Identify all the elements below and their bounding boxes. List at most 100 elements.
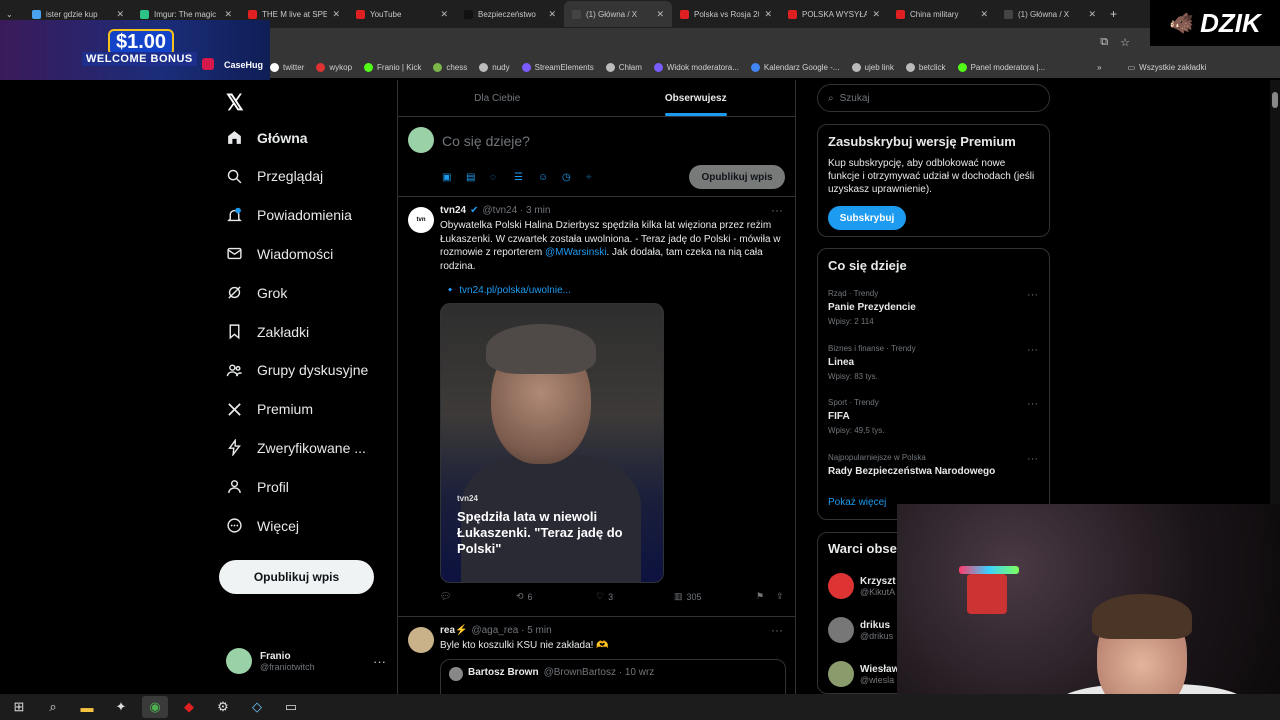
- more-dots-icon[interactable]: ···: [1027, 453, 1038, 465]
- show-more-link[interactable]: Pokaż więcej: [828, 497, 886, 508]
- app-icon[interactable]: ◇: [244, 696, 270, 718]
- follow-suggestion[interactable]: drikus @drikus: [828, 617, 893, 643]
- windows-start-icon[interactable]: ⊞: [6, 696, 32, 718]
- close-icon[interactable]: ✕: [224, 9, 232, 20]
- bookmark-button[interactable]: ⚑: [756, 591, 776, 602]
- more-dots-icon[interactable]: ···: [771, 623, 783, 637]
- like-button[interactable]: ♡ 3: [596, 591, 674, 602]
- tab-for-you[interactable]: Dla Ciebie: [398, 80, 597, 116]
- settings-icon[interactable]: ⚙: [210, 696, 236, 718]
- app-icon[interactable]: ◆: [176, 696, 202, 718]
- browser-tab[interactable]: Polska vs Rosja 20 ✕: [672, 1, 780, 27]
- nav-item[interactable]: Wiadomości: [226, 245, 333, 262]
- post-button[interactable]: Opublikuj wpis: [219, 560, 374, 594]
- all-bookmarks-button[interactable]: ▭ Wszystkie zakładki: [1128, 63, 1207, 72]
- image-icon[interactable]: ▣: [442, 172, 454, 184]
- more-dots-icon[interactable]: ···: [1027, 344, 1038, 356]
- close-icon[interactable]: ✕: [116, 9, 124, 20]
- tweet-link[interactable]: 🔹 tvn24.pl/polska/uwolnie...: [444, 285, 571, 296]
- close-icon[interactable]: ✕: [1088, 9, 1096, 20]
- more-dots-icon[interactable]: ···: [1027, 398, 1038, 410]
- share-button[interactable]: ⇪: [776, 591, 784, 602]
- follow-suggestion[interactable]: Krzyszt @KikutA: [828, 573, 896, 599]
- close-icon[interactable]: ✕: [440, 9, 448, 20]
- nav-item[interactable]: Profil: [226, 478, 289, 495]
- subscribe-button[interactable]: Subskrybuj: [828, 206, 906, 230]
- tab-following[interactable]: Obserwujesz: [597, 80, 796, 116]
- new-tab-button[interactable]: +: [1110, 7, 1117, 21]
- nav-item[interactable]: Główna: [226, 129, 308, 146]
- location-icon[interactable]: ⌖: [586, 172, 598, 184]
- nav-item[interactable]: Więcej: [226, 517, 299, 534]
- views-button[interactable]: ▥ 305: [674, 591, 756, 602]
- account-switcher[interactable]: Franio @franiotwitch ···: [226, 648, 386, 674]
- tweet-media-card[interactable]: tvn24 Spędziła lata w niewoli Łukaszenki…: [440, 303, 664, 583]
- search-input[interactable]: ⌕ Szukaj: [817, 84, 1050, 112]
- browser-tab[interactable]: China military ✕: [888, 1, 996, 27]
- nav-item[interactable]: Powiadomienia: [226, 207, 352, 224]
- more-dots-icon[interactable]: ···: [1027, 289, 1038, 301]
- nav-item[interactable]: Zweryfikowane ...: [226, 439, 366, 457]
- repost-button[interactable]: ⟲ 6: [516, 591, 596, 602]
- install-icon[interactable]: ⧉: [1100, 36, 1108, 49]
- bookmark-item[interactable]: Kalendarz Google -...: [750, 62, 840, 72]
- browser-tab[interactable]: Bezpieczeństwo ✕: [456, 1, 564, 27]
- bookmark-item[interactable]: betclick: [905, 62, 946, 72]
- bookmark-item[interactable]: chess: [433, 62, 467, 72]
- close-icon[interactable]: ✕: [656, 9, 664, 20]
- nav-item[interactable]: Zakładki: [226, 323, 309, 340]
- app-icon[interactable]: ✦: [108, 696, 134, 718]
- bookmark-item[interactable]: StreamElements: [521, 62, 594, 72]
- search-icon[interactable]: ⌕: [40, 696, 66, 718]
- bookmark-item[interactable]: Chłam: [605, 62, 642, 72]
- bookmark-item[interactable]: Panel moderatora |...: [957, 62, 1045, 72]
- bookmark-item[interactable]: ujeb link: [851, 62, 894, 72]
- trend-item[interactable]: Najpopularniejsze w Polska Rady Bezpiecze…: [828, 453, 1038, 481]
- bookmark-item[interactable]: Franio | Kick: [364, 62, 421, 72]
- nav-item[interactable]: Przeglądaj: [226, 168, 323, 185]
- composer-input[interactable]: Co się dzieje?: [442, 133, 530, 149]
- file-explorer-icon[interactable]: ▬: [74, 696, 100, 718]
- close-icon[interactable]: ✕: [332, 9, 340, 20]
- close-icon[interactable]: ✕: [764, 9, 772, 20]
- nav-item[interactable]: Grupy dyskusyjne: [226, 362, 368, 379]
- close-icon[interactable]: ✕: [872, 9, 880, 20]
- nav-item[interactable]: Premium: [226, 401, 313, 418]
- chrome-icon[interactable]: ◉: [142, 696, 168, 718]
- bookmarks-overflow-icon[interactable]: »: [1097, 63, 1101, 72]
- browser-tab[interactable]: (1) Główna / X ✕: [564, 1, 672, 27]
- close-icon[interactable]: ✕: [980, 9, 988, 20]
- reply-button[interactable]: 💬︎: [440, 591, 516, 602]
- close-icon[interactable]: ✕: [548, 9, 556, 20]
- browser-tab[interactable]: (1) Główna / X ✕: [996, 1, 1104, 27]
- composer-post-button[interactable]: Opublikuj wpis: [689, 165, 785, 189]
- mention-link[interactable]: @MWarsinski: [545, 247, 606, 258]
- poll-icon[interactable]: ☰: [514, 172, 526, 184]
- tweet[interactable]: tvn tvn24 ✔ @tvn24 · 3 min ··· Obywatelk…: [398, 197, 795, 617]
- tweet[interactable]: rea⚡ @aga_rea · 5 min ··· Byle kto koszu…: [398, 617, 795, 694]
- scrollbar-thumb[interactable]: [1272, 92, 1278, 108]
- browser-tab[interactable]: YouTube ✕: [348, 1, 456, 27]
- bookmark-item[interactable]: wykop: [316, 62, 352, 72]
- tweet-author[interactable]: tvn24: [440, 205, 466, 216]
- browser-tab[interactable]: POLSKA WYSYŁA ✕: [780, 1, 888, 27]
- quoted-tweet[interactable]: Bartosz Brown @BrownBartosz · 10 wrz: [440, 659, 786, 694]
- bookmark-item[interactable]: Widok moderatora...: [653, 62, 739, 72]
- trend-item[interactable]: Rząd · Trendy Panie Prezydencie Wpisy: 2 1…: [828, 289, 1038, 326]
- tweet-author[interactable]: rea⚡: [440, 625, 467, 636]
- follow-suggestion[interactable]: Wiesław @wiesla: [828, 661, 899, 687]
- grok-icon[interactable]: ◌: [490, 172, 502, 184]
- more-dots-icon[interactable]: ···: [771, 203, 783, 217]
- bookmark-item[interactable]: twitter: [270, 62, 304, 72]
- nav-item[interactable]: Grok: [226, 284, 287, 301]
- emoji-icon[interactable]: ☺: [538, 172, 550, 184]
- gif-icon[interactable]: ▤: [466, 172, 478, 184]
- x-logo-icon[interactable]: 𝕏: [226, 90, 244, 116]
- app-icon[interactable]: ▭: [278, 696, 304, 718]
- bookmark-item[interactable]: nudy: [479, 62, 510, 72]
- trend-item[interactable]: Biznes i finanse · Trendy Linea Wpisy: 83 …: [828, 344, 1038, 381]
- more-dots-icon[interactable]: ···: [373, 654, 386, 669]
- trend-item[interactable]: Sport · Trendy FIFA Wpisy: 49,5 tys. ···: [828, 398, 1038, 435]
- schedule-icon[interactable]: ◷: [562, 172, 574, 184]
- star-icon[interactable]: ☆: [1120, 36, 1130, 49]
